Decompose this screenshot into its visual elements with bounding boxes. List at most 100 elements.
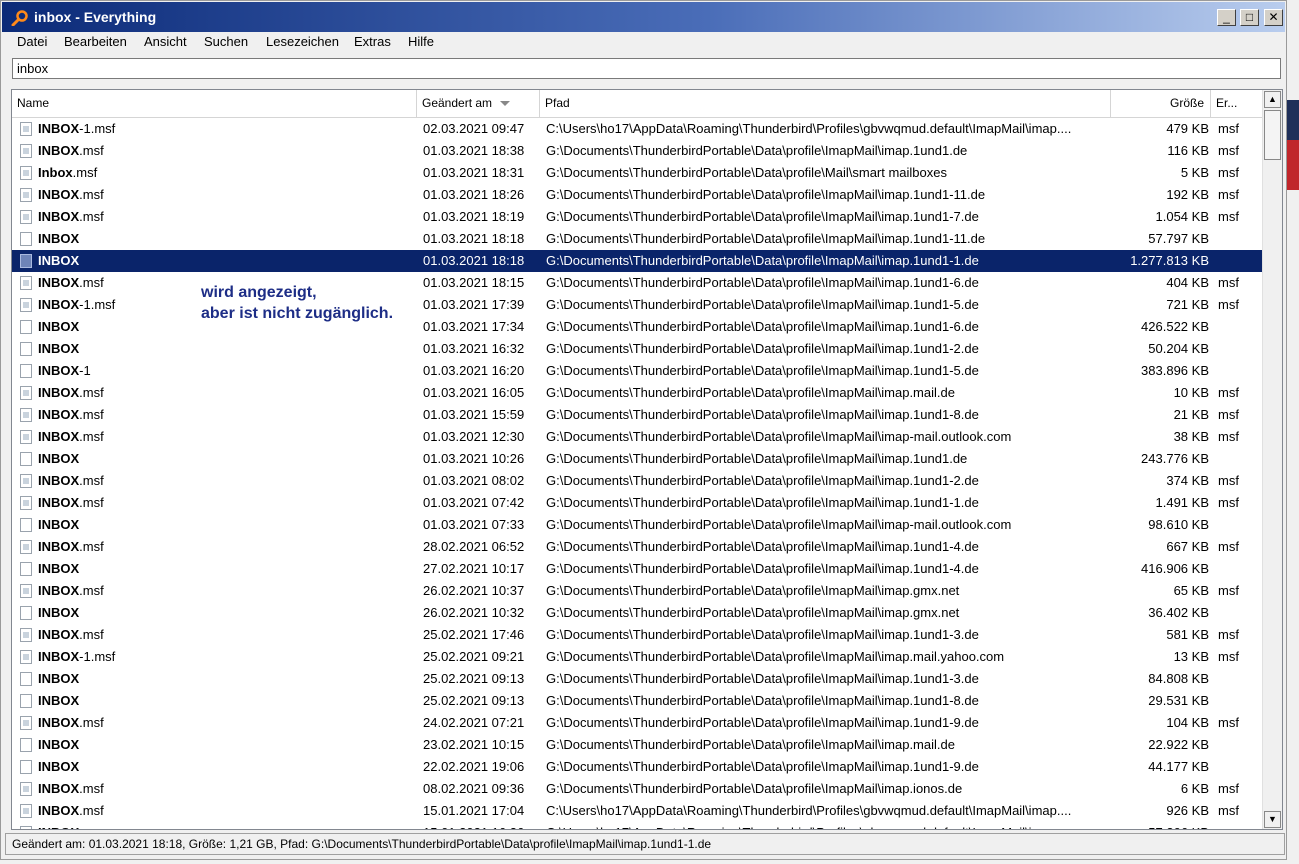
column-modified[interactable]: Geändert am [417,90,540,117]
scrollbar-thumb[interactable] [1264,110,1281,160]
window-title: inbox - Everything [34,9,157,25]
table-row[interactable]: Inbox.msf 01.03.2021 18:31 G:\Documents\Th… [12,162,1264,184]
menu-hilfe[interactable]: Hilfe [408,34,434,49]
menu-ansicht[interactable]: Ansicht [144,34,187,49]
table-row[interactable]: INBOX 01.03.2021 16:32 G:\Documents\Thunde… [12,338,1264,360]
table-row[interactable]: INBOX 25.02.2021 09:13 G:\Documents\Thunde… [12,668,1264,690]
table-row[interactable]: INBOX 01.03.2021 17:34 G:\Documents\Thunde… [12,316,1264,338]
table-row[interactable]: INBOX.msf 01.03.2021 15:59 G:\Documents\Th… [12,404,1264,426]
table-row[interactable]: INBOX 01.03.2021 18:18 G:\Documents\Thunde… [12,228,1264,250]
file-name-rest: .msf [79,187,104,202]
table-row[interactable]: INBOX 01.03.2021 10:26 G:\Documents\Thunde… [12,448,1264,470]
maximize-button[interactable]: □ [1240,9,1259,26]
file-size: 98.610 KB [1148,517,1209,532]
annotation-line-2: aber ist nicht zugänglich. [201,305,394,322]
table-row[interactable]: INBOX.msf 24.02.2021 07:21 G:\Documents\Th… [12,712,1264,734]
file-name-match: INBOX [38,319,80,334]
file-icon [20,518,32,532]
file-name-match: INBOX [38,803,80,818]
file-name-rest: .msf [79,407,104,422]
column-size[interactable]: Größe [1111,90,1211,117]
file-path: G:\Documents\ThunderbirdPortable\Data\pr… [546,473,979,488]
menu-bearbeiten[interactable]: Bearbeiten [64,34,127,49]
results-list[interactable]: Name Geändert am Pfad Größe Er... INBOX-… [11,89,1283,830]
scroll-down-icon[interactable]: ▼ [1264,811,1281,828]
file-ext: msf [1218,781,1239,796]
file-name: INBOX [38,558,415,580]
table-row[interactable]: INBOX.msf 01.03.2021 18:26 G:\Documents\Th… [12,184,1264,206]
file-icon [20,826,32,829]
table-row[interactable]: INBOX 22.02.2021 19:06 G:\Documents\Thunde… [12,756,1264,778]
file-modified: 23.02.2021 10:15 [423,737,525,752]
file-name: INBOX.msf [38,382,415,404]
menu-extras[interactable]: Extras [354,34,391,49]
file-modified: 15.01.2021 16:36 [416,822,538,829]
file-modified: 01.03.2021 17:34 [423,319,525,334]
file-path: G:\Documents\ThunderbirdPortable\Data\pr… [546,231,986,246]
table-row[interactable]: INBOX.msf 15.01.2021 17:04 C:\Users\ho17\A… [12,800,1264,822]
column-path[interactable]: Pfad [540,90,1111,117]
minimize-button[interactable]: _ [1217,9,1236,26]
search-input[interactable] [12,58,1281,79]
table-row[interactable]: INBOX 01.03.2021 18:18 G:\Documents\Thunde… [12,249,1265,273]
file-name: INBOX.msf [38,580,415,602]
table-row[interactable]: INBOX.msf 28.02.2021 06:52 G:\Documents\Th… [12,536,1264,558]
menu-lesezeichen[interactable]: Lesezeichen [266,34,339,49]
file-modified: 28.02.2021 06:52 [423,539,525,554]
file-path: C:\Users\ho17\AppData\Roaming\Thunderbir… [539,822,1110,829]
file-icon [20,122,32,136]
table-row[interactable]: INBOX.msf 26.02.2021 10:37 G:\Documents\Th… [12,580,1264,602]
file-size: 404 KB [1166,275,1209,290]
file-modified: 27.02.2021 10:17 [423,561,525,576]
table-row[interactable]: INBOX-1.msf 02.03.2021 09:47 C:\Users\ho17… [12,118,1264,140]
file-ext [1218,448,1262,470]
table-row[interactable]: INBOX-1.msf 01.03.2021 17:39 G:\Documents\… [12,294,1264,316]
close-button[interactable]: ✕ [1264,9,1283,26]
file-icon [20,452,32,466]
vertical-scrollbar[interactable]: ▲ ▼ [1262,90,1282,829]
file-size: 1.277.813 KB [1130,253,1209,268]
table-row[interactable]: INBOX.msf 25.02.2021 17:46 G:\Documents\Th… [12,624,1264,646]
scroll-up-icon[interactable]: ▲ [1264,91,1281,108]
file-name: INBOX [38,338,415,360]
file-path: G:\Documents\ThunderbirdPortable\Data\pr… [546,561,979,576]
file-name-rest: .msf [79,803,104,818]
table-row[interactable]: INBOX 27.02.2021 10:17 G:\Documents\Thunde… [12,558,1264,580]
file-modified: 01.03.2021 18:18 [423,231,525,246]
file-ext [1218,756,1262,778]
file-ext: msf [1218,385,1239,400]
table-row[interactable]: INBOX 15.01.2021 16:36C:\Users\ho17\AppDa… [12,822,1264,829]
table-row[interactable]: INBOX.msf 01.03.2021 07:42 G:\Documents\Th… [12,492,1264,514]
column-name[interactable]: Name [12,90,417,117]
table-row[interactable]: INBOX 25.02.2021 09:13 G:\Documents\Thunde… [12,690,1264,712]
table-row[interactable]: INBOX.msf 01.03.2021 08:02 G:\Documents\Th… [12,470,1264,492]
file-icon [20,760,32,774]
table-row[interactable]: INBOX.msf 01.03.2021 18:38 G:\Documents\Th… [12,140,1264,162]
file-size: 416.906 KB [1141,561,1209,576]
column-ext[interactable]: Er... [1211,90,1264,117]
title-bar[interactable]: inbox - Everything _ □ ✕ [2,2,1285,32]
table-row[interactable]: INBOX.msf 01.03.2021 18:19 G:\Documents\Th… [12,206,1264,228]
table-row[interactable]: INBOX.msf 08.02.2021 09:36 G:\Documents\Th… [12,778,1264,800]
table-row[interactable]: INBOX.msf 01.03.2021 18:15 G:\Documents\Th… [12,272,1264,294]
table-row[interactable]: INBOX.msf 01.03.2021 12:30 G:\Documents\Th… [12,426,1264,448]
file-ext [1218,668,1262,690]
table-row[interactable]: INBOX 01.03.2021 07:33 G:\Documents\Thunde… [12,514,1264,536]
file-path: G:\Documents\ThunderbirdPortable\Data\pr… [546,385,955,400]
file-name-match: INBOX [38,693,80,708]
table-row[interactable]: INBOX.msf 01.03.2021 16:05 G:\Documents\Th… [12,382,1264,404]
file-name: INBOX-1.msf [38,118,415,140]
table-row[interactable]: INBOX-1 01.03.2021 16:20 G:\Documents\Thun… [12,360,1264,382]
file-name-match: INBOX [38,473,80,488]
table-row[interactable]: INBOX 26.02.2021 10:32 G:\Documents\Thunde… [12,602,1264,624]
file-ext: msf [1218,627,1239,642]
file-path: G:\Documents\ThunderbirdPortable\Data\pr… [546,407,979,422]
menu-suchen[interactable]: Suchen [204,34,248,49]
file-size: 721 KB [1166,297,1209,312]
table-row[interactable]: INBOX-1.msf 25.02.2021 09:21 G:\Documents\… [12,646,1264,668]
file-path: C:\Users\ho17\AppData\Roaming\Thunderbir… [546,803,1072,818]
table-row[interactable]: INBOX 23.02.2021 10:15 G:\Documents\Thunde… [12,734,1264,756]
file-name-match: INBOX [38,561,80,576]
file-ext: msf [1218,143,1239,158]
menu-datei[interactable]: Datei [17,34,47,49]
